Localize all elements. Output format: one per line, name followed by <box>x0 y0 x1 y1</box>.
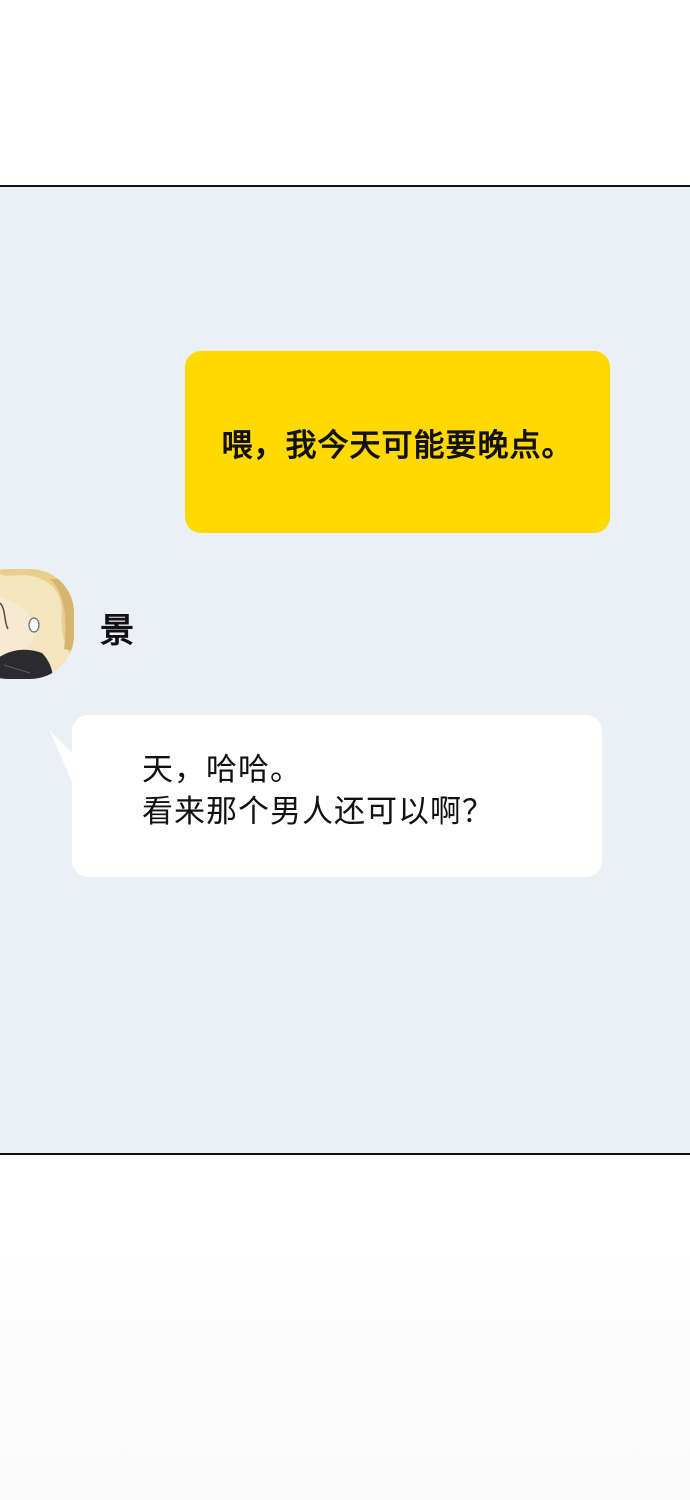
top-margin <box>0 0 690 185</box>
incoming-message-line-2: 看来那个男人还可以啊？ <box>142 794 494 830</box>
avatar-illustration-icon <box>0 569 74 679</box>
chat-panel: 喂，我今天可能要晚点。 景 天，哈哈。 看来那个男人还可以啊？ <box>0 185 690 1155</box>
incoming-message-line-1: 天，哈哈。 <box>142 752 302 788</box>
contact-avatar[interactable] <box>0 569 74 679</box>
bottom-margin <box>0 1157 690 1500</box>
outgoing-message-text: 喂，我今天可能要晚点。 <box>221 427 574 464</box>
contact-name: 景 <box>100 611 134 651</box>
outgoing-message-bubble[interactable]: 喂，我今天可能要晚点。 <box>185 351 610 533</box>
incoming-message-bubble[interactable]: 天，哈哈。 看来那个男人还可以啊？ <box>72 715 602 877</box>
